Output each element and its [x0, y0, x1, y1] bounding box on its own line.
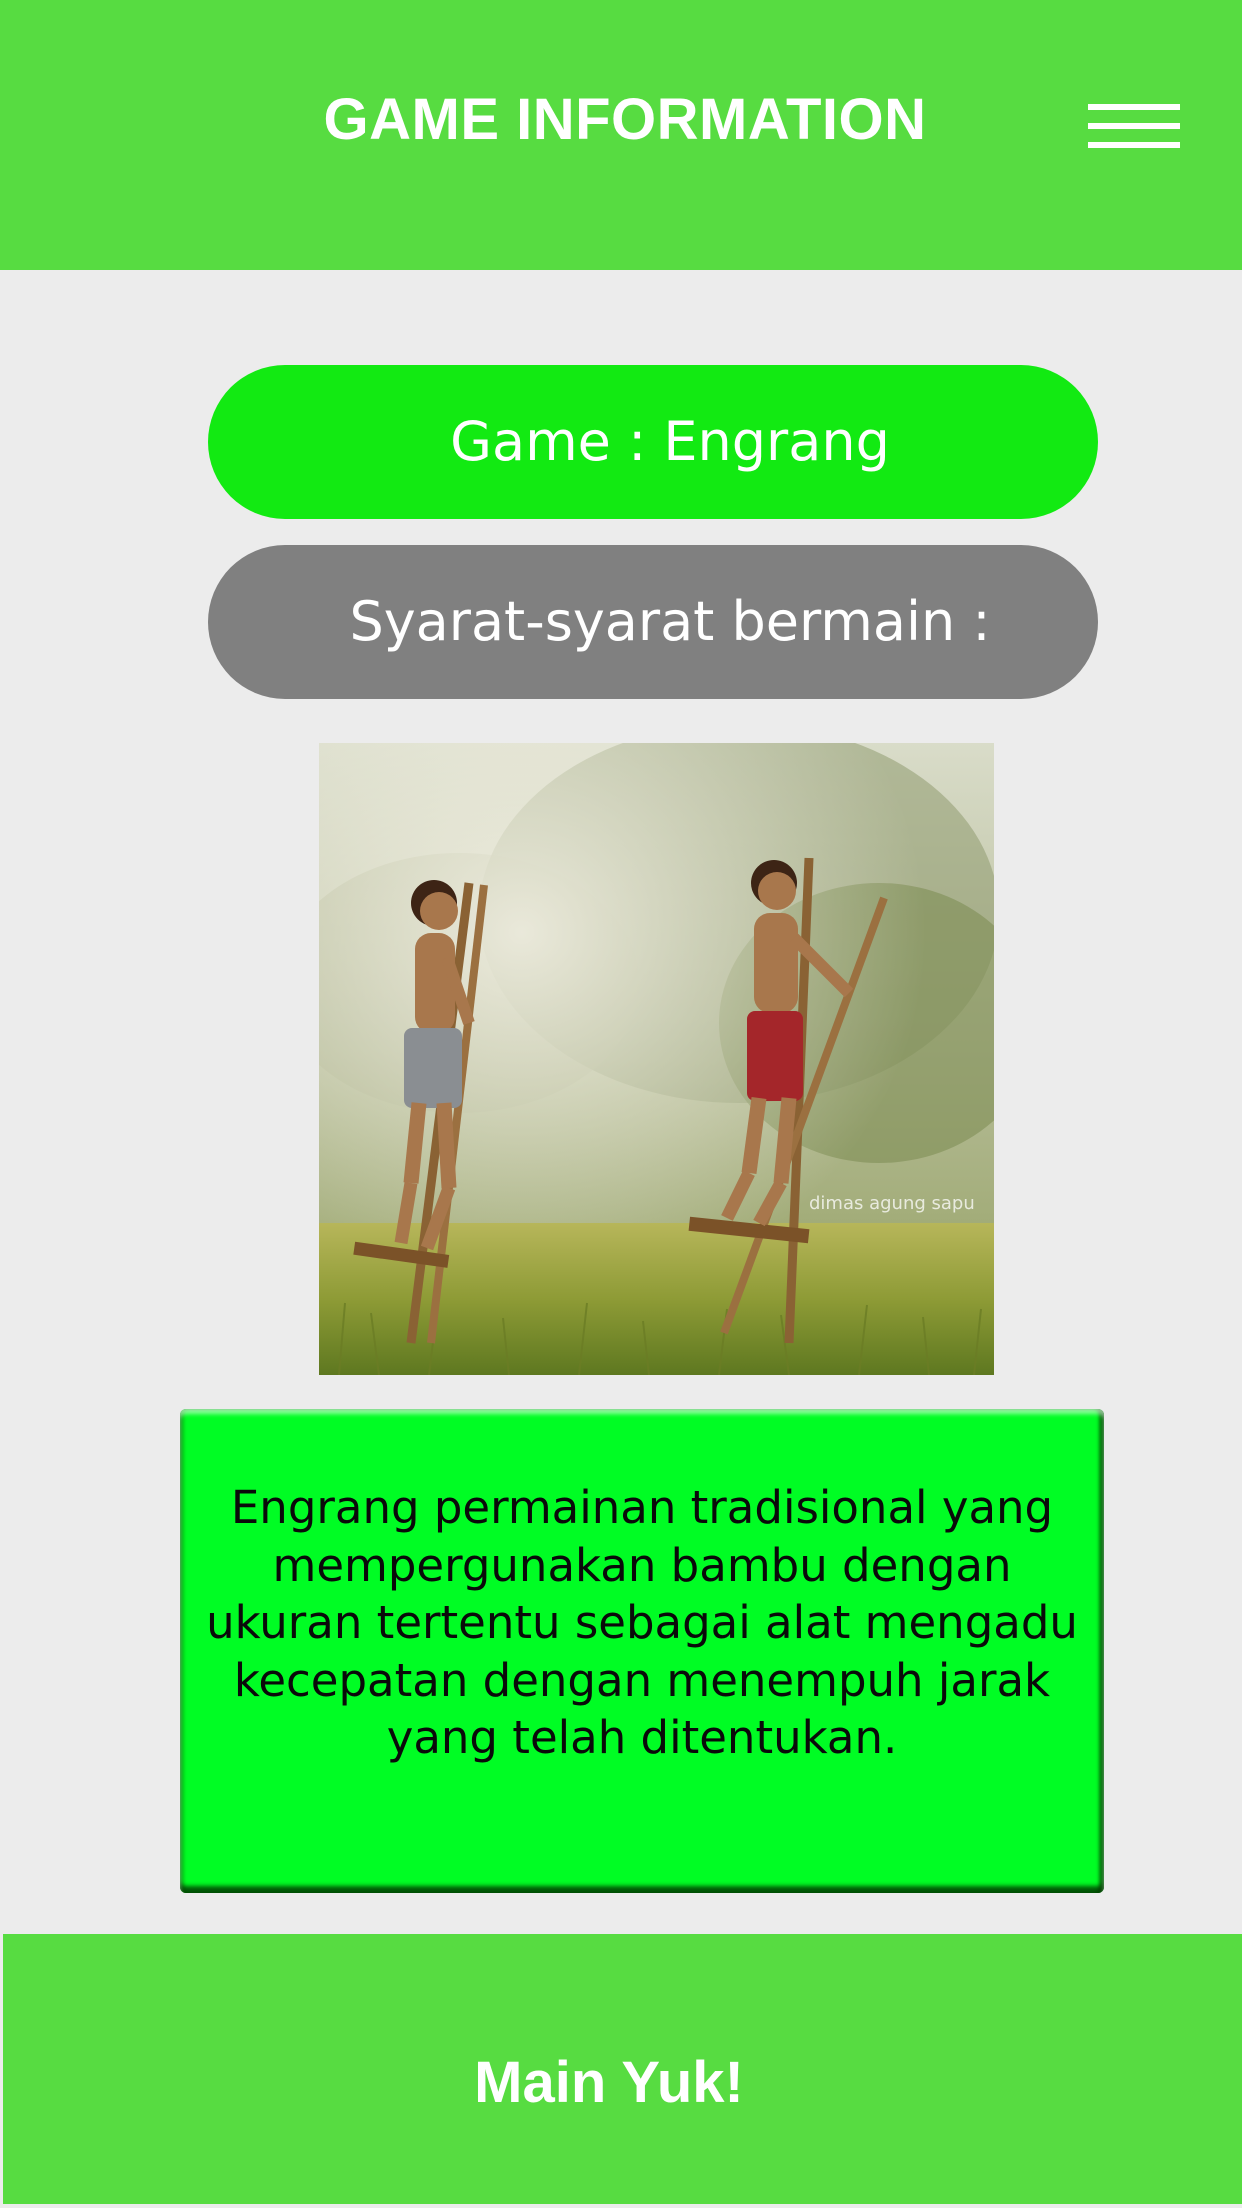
requirements-pill: Syarat-syarat bermain : [208, 545, 1098, 699]
description-box: Engrang permainan tradisional yang mempe… [180, 1409, 1104, 1893]
app-header: GAME INFORMATION [0, 0, 1242, 270]
play-button[interactable]: Main Yuk! [3, 1934, 1242, 2204]
game-photo: dimas agung sapu [319, 743, 994, 1375]
photo-watermark: dimas agung sapu [809, 1193, 975, 1214]
page-title: GAME INFORMATION [323, 87, 927, 152]
game-title-pill: Game : Engrang [208, 365, 1098, 519]
hamburger-menu-icon[interactable] [1088, 96, 1180, 156]
play-button-label: Main Yuk! [474, 2050, 744, 2115]
description-text: Engrang permainan tradisional yang mempe… [206, 1481, 1078, 1764]
